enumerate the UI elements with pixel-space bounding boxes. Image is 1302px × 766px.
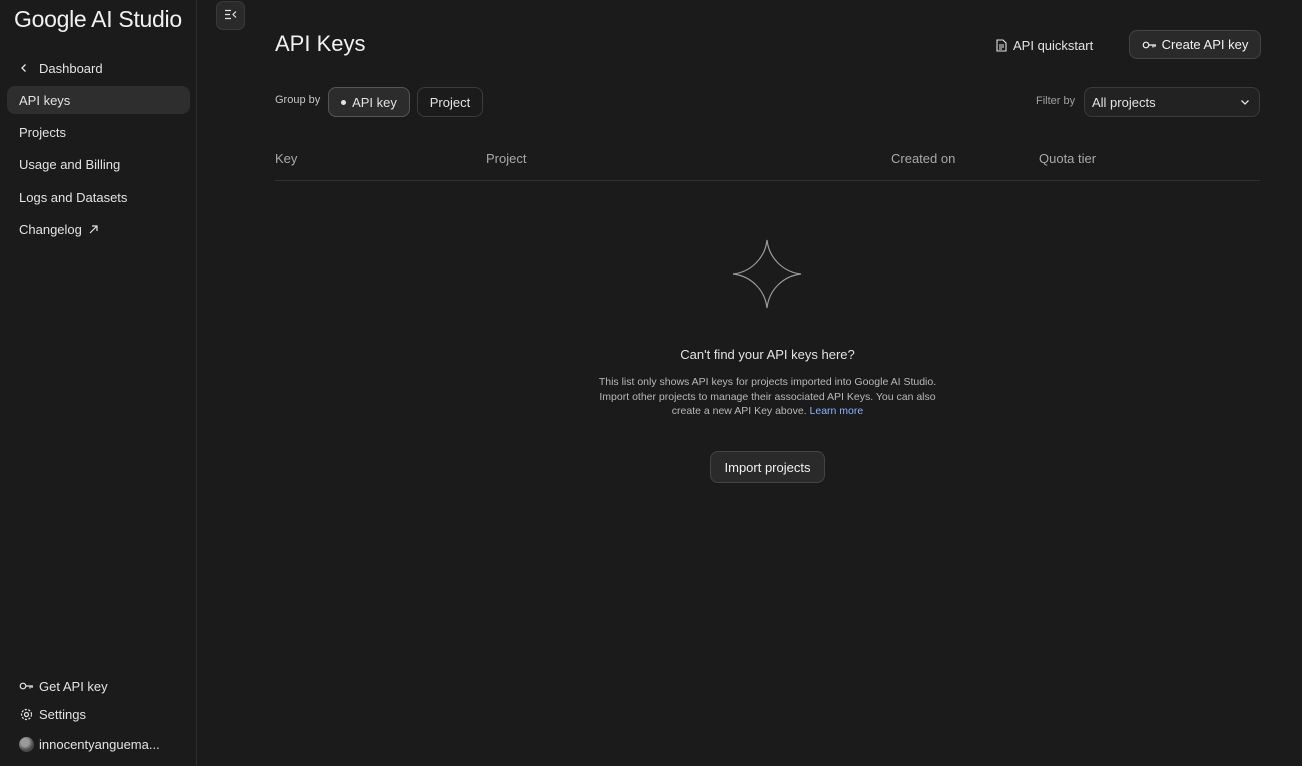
gear-icon [19,707,34,722]
api-quickstart-link[interactable]: API quickstart [996,34,1093,56]
filter-by-label: Filter by [1036,95,1076,107]
sparkle-icon [731,238,803,315]
sidebar-item-label: Changelog [19,221,82,237]
column-header-created-on: Created on [891,151,956,166]
get-api-key-label: Get API key [39,678,108,694]
key-icon [19,679,34,694]
create-api-key-label: Create API key [1161,37,1249,52]
dashboard-back-label: Dashboard [39,60,103,76]
project-filter-value: All projects [1092,94,1156,110]
sidebar-item-label: Usage and Billing [19,156,121,172]
group-by-label: Group by [275,94,321,106]
group-by-api-key-chip[interactable]: API key [328,87,410,117]
sidebar-item-api-keys[interactable]: API keys [7,86,190,114]
collapse-sidebar-icon [224,7,237,25]
settings-label: Settings [39,706,86,722]
sidebar-item-logs-datasets[interactable]: Logs and Datasets [7,183,190,211]
project-filter-select[interactable]: All projects [1084,87,1260,117]
empty-state-title: Can't find your API keys here? [680,347,855,362]
key-icon [1142,40,1157,50]
account-menu[interactable]: innocentyanguema... [19,734,160,754]
sidebar-item-projects[interactable]: Projects [7,118,190,146]
api-quickstart-label: API quickstart [1013,37,1094,53]
group-by-project-chip[interactable]: Project [417,87,483,117]
avatar [19,736,34,752]
document-icon [996,38,1007,52]
empty-state-text: This list only shows API keys for projec… [598,376,937,418]
account-name: innocentyanguema... [39,736,160,752]
sidebar-item-label: API keys [19,92,71,108]
sidebar-item-changelog[interactable]: Changelog [7,215,190,243]
import-projects-button[interactable]: Import projects [710,451,825,483]
settings-link[interactable]: Settings [19,704,86,724]
column-header-key: Key [275,151,298,166]
sidebar: Google AI Studio Dashboard API keys Proj… [0,0,197,766]
column-header-project: Project [486,151,527,166]
learn-more-link[interactable]: Learn more [810,405,864,417]
collapse-sidebar-button[interactable] [216,1,245,30]
sidebar-item-usage-billing[interactable]: Usage and Billing [7,150,190,178]
selected-dot-icon [341,99,347,105]
create-api-key-button[interactable]: Create API key [1129,30,1261,59]
page-title: API Keys [275,31,366,56]
column-header-quota-tier: Quota tier [1039,151,1097,166]
app-logo[interactable]: Google AI Studio [14,6,182,33]
chevron-left-icon [19,61,33,76]
import-projects-label: Import projects [724,459,811,475]
external-link-icon [88,224,99,235]
sidebar-item-label: Projects [19,124,66,140]
get-api-key-link[interactable]: Get API key [19,676,108,696]
sidebar-item-label: Logs and Datasets [19,189,128,205]
chevron-down-icon [1240,97,1250,107]
table-header-divider [275,180,1260,181]
chip-label: Project [429,94,471,110]
dashboard-back-link[interactable]: Dashboard [19,58,103,78]
empty-state-description: This list only shows API keys for projec… [592,375,943,419]
chip-label: API key [352,94,397,110]
